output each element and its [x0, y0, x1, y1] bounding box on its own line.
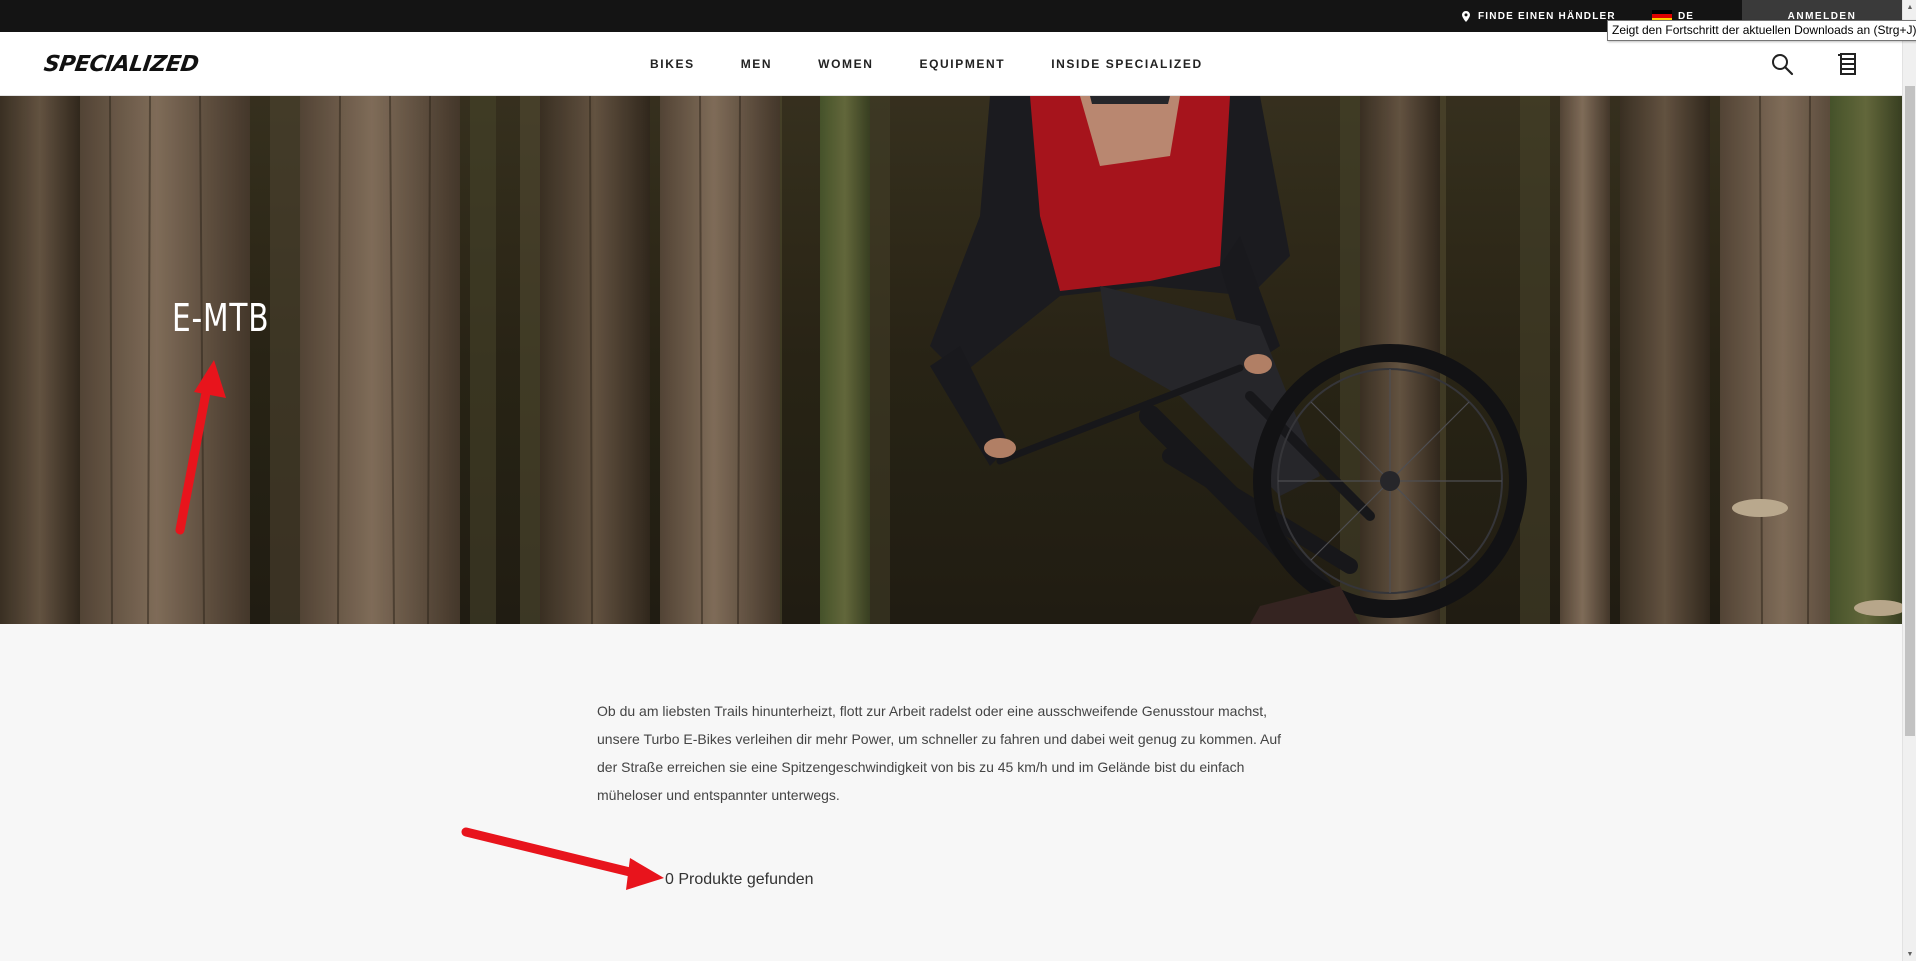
category-description: Ob du am liebsten Trails hinunterheizt, …: [597, 703, 1282, 803]
nav-men[interactable]: MEN: [741, 57, 772, 71]
nav-women[interactable]: WOMEN: [818, 57, 873, 71]
main-navigation: BIKES MEN WOMEN EQUIPMENT INSIDE SPECIAL…: [650, 32, 1249, 96]
nav-inside-specialized[interactable]: INSIDE SPECIALIZED: [1051, 57, 1202, 71]
product-count: 0 Produkte gefunden: [665, 871, 814, 888]
scrollbar-thumb[interactable]: [1905, 86, 1915, 736]
downloads-tooltip: Zeigt den Fortschritt der aktuellen Down…: [1607, 20, 1916, 41]
hero-banner: E-MTB: [0, 96, 1902, 624]
category-content: Ob du am liebsten Trails hinunterheizt, …: [0, 624, 1902, 961]
scroll-up-arrow-icon[interactable]: ▲: [1903, 0, 1916, 14]
hero-title: E-MTB: [172, 296, 270, 340]
search-icon[interactable]: [1770, 52, 1794, 76]
specialized-logo[interactable]: SPECIALIZED: [42, 52, 200, 77]
cart-icon[interactable]: [1836, 52, 1860, 76]
location-pin-icon: [1462, 10, 1470, 22]
hero-image: [0, 96, 1902, 624]
main-header: SPECIALIZED BIKES MEN WOMEN EQUIPMENT IN…: [0, 32, 1902, 96]
find-dealer-label: FINDE EINEN HÄNDLER: [1478, 10, 1616, 22]
nav-equipment[interactable]: EQUIPMENT: [919, 57, 1005, 71]
nav-bikes[interactable]: BIKES: [650, 57, 695, 71]
find-dealer-link[interactable]: FINDE EINEN HÄNDLER: [1462, 0, 1616, 32]
scroll-down-arrow-icon[interactable]: ▼: [1903, 947, 1916, 961]
page: FINDE EINEN HÄNDLER DE ANMELDEN Zeigt de…: [0, 0, 1916, 961]
page-scrollbar[interactable]: ▲ ▼: [1902, 0, 1916, 961]
